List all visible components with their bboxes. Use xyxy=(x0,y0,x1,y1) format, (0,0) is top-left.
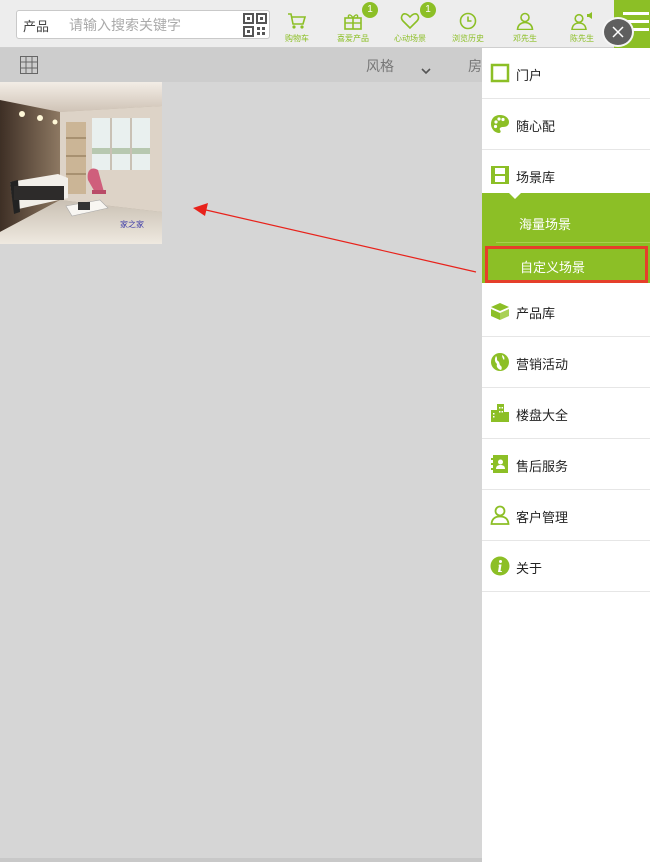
square-outline-icon xyxy=(490,63,510,83)
film-icon xyxy=(490,165,510,185)
menu-item-label: 楼盘大全 xyxy=(516,409,569,424)
menu-item-label: 营销活动 xyxy=(516,358,569,373)
submenu-item-mass-scenes[interactable]: 海量场景 xyxy=(496,193,650,243)
chevron-down-icon[interactable] xyxy=(421,60,431,79)
menu-item-label: 售后服务 xyxy=(516,460,569,475)
menu-item-marketing[interactable]: 营销活动 xyxy=(482,337,650,388)
close-icon xyxy=(612,26,624,38)
topnav-history[interactable]: 浏览历史 xyxy=(448,12,488,48)
badge-count: 1 xyxy=(420,2,436,18)
topnav-user-chen[interactable]: 陈先生 xyxy=(562,12,602,48)
filter-bar: 风格 房 xyxy=(0,48,482,82)
menu-item-product-library[interactable]: 产品库 xyxy=(482,286,650,337)
grid-view-icon[interactable] xyxy=(20,56,38,78)
topnav-cart[interactable]: 购物车 xyxy=(277,12,317,48)
clock-icon xyxy=(459,12,477,30)
user-icon xyxy=(516,12,534,30)
menu-item-after-sales[interactable]: 售后服务 xyxy=(482,439,650,490)
menu-item-label: 场景库 xyxy=(516,171,556,186)
badge-count: 1 xyxy=(362,2,378,18)
menu-item-portal[interactable]: 门户 xyxy=(482,48,650,99)
contact-book-icon xyxy=(490,454,510,474)
topnav-label: 浏览历史 xyxy=(452,34,484,43)
topnav-favorite-products[interactable]: 1 喜爱产品 xyxy=(333,2,378,48)
menu-item-label: 产品库 xyxy=(516,307,556,322)
gift-icon xyxy=(344,14,362,30)
person-outline-icon xyxy=(490,505,510,525)
search-category[interactable]: 产品 xyxy=(23,16,49,35)
menu-item-label: 门户 xyxy=(516,69,543,84)
submenu-item-label: 自定义场景 xyxy=(520,261,586,276)
scene-caption: 家之家 xyxy=(120,219,144,229)
info-icon xyxy=(490,556,510,576)
palette-icon xyxy=(490,114,510,134)
topnav-favorite-scenes[interactable]: 1 心动场景 xyxy=(390,2,436,48)
box-icon xyxy=(490,301,510,321)
user-speaker-icon xyxy=(571,12,592,30)
top-header: 产品 请输入搜索关键字 购物车 1 喜爱产品 1 心动场景 浏览历史 邓先生 陈… xyxy=(0,0,650,48)
submenu-item-label: 海量场景 xyxy=(519,218,572,233)
globe-icon xyxy=(490,352,510,372)
menu-item-label: 随心配 xyxy=(516,120,556,135)
bottom-strip xyxy=(0,858,482,862)
menu-bar xyxy=(623,12,649,15)
style-filter[interactable]: 风格 xyxy=(366,56,394,76)
menu-item-properties[interactable]: 楼盘大全 xyxy=(482,388,650,439)
topnav-label: 心动场景 xyxy=(394,34,426,43)
close-menu-button[interactable] xyxy=(602,17,634,47)
search-input[interactable]: 请输入搜索关键字 xyxy=(69,15,181,35)
menu-item-match[interactable]: 随心配 xyxy=(482,99,650,150)
room-filter[interactable]: 房 xyxy=(468,56,482,76)
living-room-image: 家之家 xyxy=(0,82,162,244)
topnav-label: 陈先生 xyxy=(570,34,594,43)
menu-item-customers[interactable]: 客户管理 xyxy=(482,490,650,541)
menu-item-label: 客户管理 xyxy=(516,511,569,526)
heart-icon xyxy=(400,13,420,30)
buildings-icon xyxy=(490,403,510,423)
side-menu: 门户 随心配 场景库 海量场景 自定义场景 产品库 营销活动 楼盘大全 售后服务… xyxy=(482,48,650,862)
scene-thumbnail[interactable]: 家之家 xyxy=(0,82,162,244)
menu-item-label: 关于 xyxy=(516,562,543,577)
search-bar[interactable]: 产品 请输入搜索关键字 xyxy=(16,10,270,39)
cart-icon xyxy=(288,13,307,29)
topnav-label: 邓先生 xyxy=(513,34,537,43)
submenu-item-custom-scene[interactable]: 自定义场景 xyxy=(485,246,648,283)
topnav-label: 喜爱产品 xyxy=(337,34,369,43)
menu-item-about[interactable]: 关于 xyxy=(482,541,650,592)
topnav-label: 购物车 xyxy=(285,34,309,43)
topnav-user-deng[interactable]: 邓先生 xyxy=(505,12,545,48)
qr-code-icon[interactable] xyxy=(243,13,267,37)
